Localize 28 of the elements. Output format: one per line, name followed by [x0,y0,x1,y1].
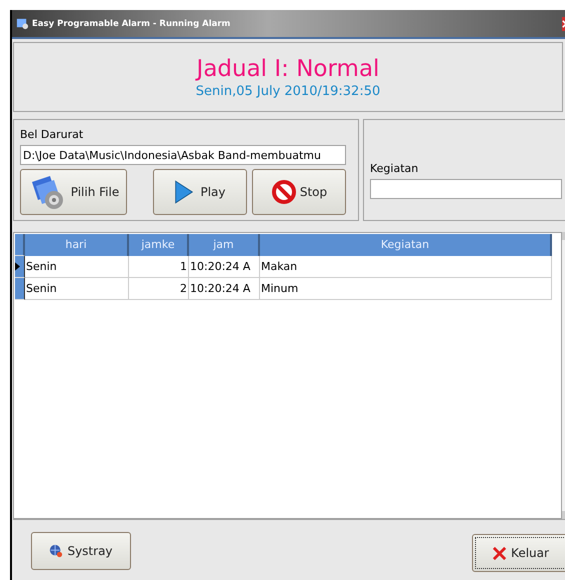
systray-button[interactable]: Systray [31,532,131,570]
row-indicator[interactable] [15,278,25,300]
table-cell: 2 [129,278,189,300]
play-button[interactable]: Play [153,169,247,215]
app-icon [16,17,29,30]
row-indicator[interactable] [15,256,25,278]
table-cell: Senin [25,256,129,278]
field-label: Bel Darurat [20,128,84,141]
choose-file-button[interactable]: Pilih File [20,169,127,215]
table-cell: Senin [25,278,129,300]
field-label: Kegiatan [370,162,420,175]
file-path-field[interactable]: D:\Joe Data\Music\Indonesia\Asbak Band-membuatmu [20,145,346,165]
table-cell: Minum [260,278,552,300]
cross-icon [492,546,508,560]
table-cell: 10:20:24 A [189,256,260,278]
globe-icon [49,544,64,558]
stop-button[interactable]: Stop [252,169,346,215]
activity-field[interactable] [370,179,562,199]
table-cell: 10:20:24 A [189,278,260,300]
no-entry-icon [270,179,297,205]
date-time: Senin,05 July 2010/19:32:50 [196,84,380,98]
window-title: Easy Programable Alarm - Running Alarm [32,18,232,28]
row-indicator [15,234,25,256]
exit-button[interactable]: Keluar [472,534,565,572]
table-cell: Makan [260,256,552,278]
schedule-title: Jadual I: Normal [196,56,380,82]
table-cell: 1 [129,256,189,278]
play-icon [174,179,194,205]
